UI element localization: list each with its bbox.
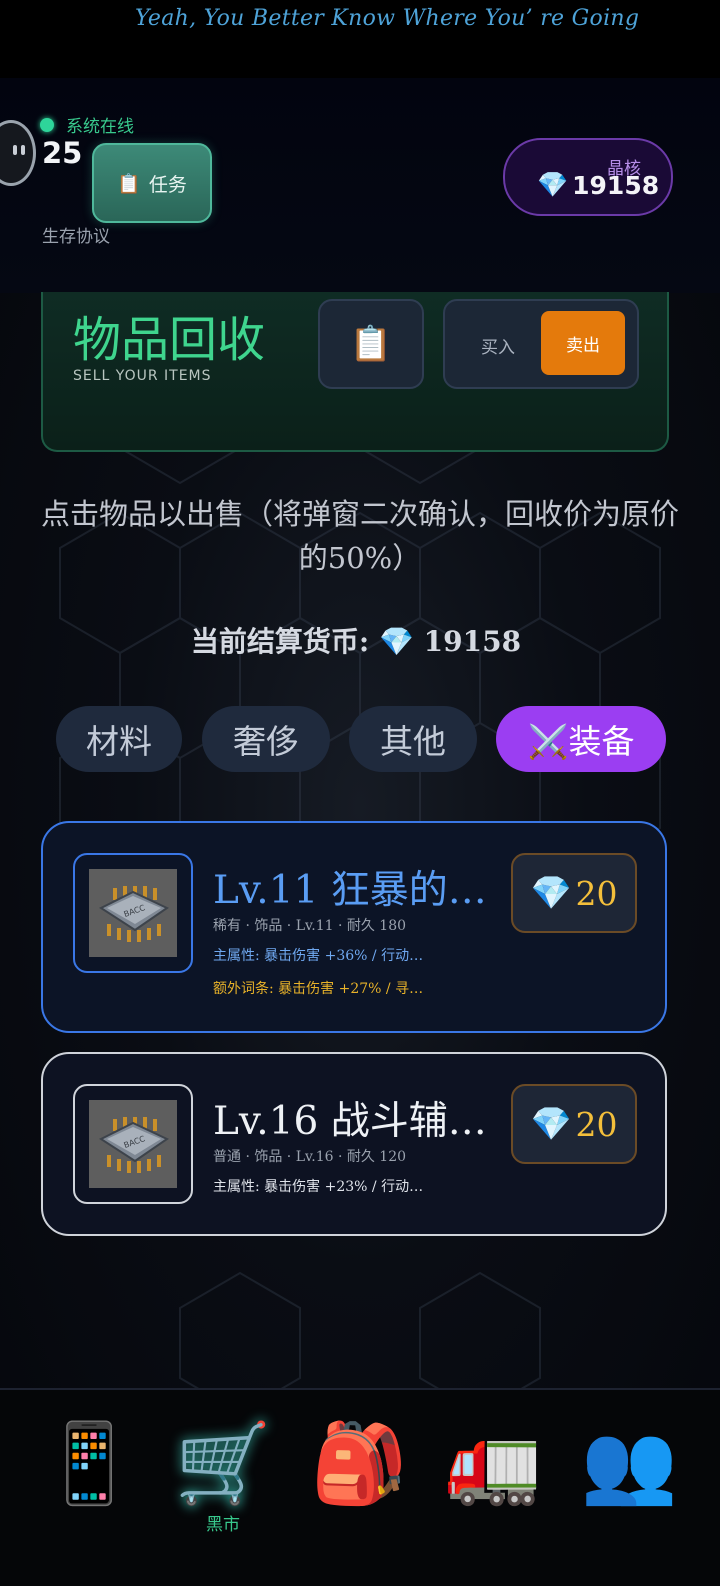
item-extra-attribute: 额外词条: 暴击伤害 +27% / 寻… [213, 981, 424, 997]
diamond-icon: 💎 [379, 625, 414, 658]
shopping-cart-icon: 🛒 [174, 1419, 272, 1509]
tab-other[interactable]: 其他 [349, 706, 477, 772]
sell-hint: 点击物品以出售（将弹窗二次确认，回收价为原价的50%） [40, 497, 679, 575]
diamond-icon: 💎 [537, 170, 569, 199]
online-status-text: 系统在线 [66, 117, 134, 137]
tab-materials[interactable]: 材料 [56, 706, 182, 772]
diamond-icon: 💎 [530, 873, 572, 912]
slogan-text: Yeah, You Better Know Where You’ re Goin… [135, 6, 640, 31]
backpack-icon: 🎒 [310, 1419, 408, 1509]
chip-icon: BACC [98, 1117, 170, 1173]
sell-price-button[interactable]: 💎 20 [511, 853, 637, 933]
crystal-balance[interactable]: 晶核 💎 19158 [503, 138, 673, 216]
sell-price-button[interactable]: 💎 20 [511, 1084, 637, 1164]
diamond-icon: 💎 [530, 1104, 572, 1143]
currency-label: 当前结算货币: [190, 625, 370, 658]
online-dot-icon [40, 117, 54, 132]
recycle-title: 物品回收 [73, 312, 266, 368]
task-button-label: 任务 [148, 173, 187, 196]
category-tabs: 材料 奢侈 其他 ⚔️装备 [56, 706, 666, 772]
item-name: Lv.16 战斗辅… [213, 1099, 487, 1144]
crystal-value-row: 💎 19158 [537, 170, 659, 200]
records-button[interactable]: 📋 [318, 299, 424, 389]
phone-icon: 📱 [40, 1419, 138, 1509]
nav-phone[interactable]: 📱 [34, 1414, 144, 1554]
chip-icon: BACC [98, 886, 170, 942]
item-main-attribute: 主属性: 暴击伤害 +36% / 行动… [213, 948, 424, 964]
item-card[interactable]: BACC Lv.11 狂暴的… 稀有 · 饰品 · Lv.11 · 耐久 180… [41, 821, 667, 1033]
nav-backpack[interactable]: 🎒 [304, 1414, 414, 1554]
item-name: Lv.11 狂暴的… [213, 868, 487, 913]
item-price: 20 [575, 873, 618, 913]
nav-transport[interactable]: 🚛 [438, 1414, 548, 1554]
buy-sell-toggle: 买入 卖出 [443, 299, 639, 389]
item-price: 20 [575, 1104, 618, 1144]
item-image: BACC [73, 853, 193, 973]
item-image: BACC [73, 1084, 193, 1204]
recycle-subtitle: SELL YOUR ITEMS [73, 368, 212, 384]
sell-tab[interactable]: 卖出 [541, 311, 625, 375]
task-button[interactable]: 📋 任务 [92, 143, 212, 223]
buy-tab[interactable]: 买入 [481, 333, 515, 358]
nav-social[interactable]: 👥 [574, 1414, 684, 1554]
tab-luxury[interactable]: 奢侈 [202, 706, 330, 772]
item-meta: 普通 · 饰品 · Lv.16 · 耐久 120 [213, 1149, 407, 1165]
top-banner: Yeah, You Better Know Where You’ re Goin… [0, 0, 720, 78]
users-icon: 👥 [580, 1419, 678, 1509]
survival-protocol-label: 生存协议 [42, 227, 110, 247]
currency-value: 19158 [423, 625, 522, 658]
player-level: 25 [42, 136, 83, 170]
item-meta: 稀有 · 饰品 · Lv.11 · 耐久 180 [213, 918, 407, 934]
crystal-value: 19158 [572, 170, 660, 200]
bottom-nav: 📱 🛒 黑市 🎒 🚛 👥 [0, 1388, 720, 1586]
settlement-currency: 当前结算货币: 💎 19158 [0, 620, 712, 660]
clipboard-icon: 📋 [117, 172, 141, 195]
system-status: 系统在线 [40, 112, 134, 137]
truck-icon: 🚛 [444, 1419, 542, 1509]
clipboard-icon: 📋 [349, 324, 393, 364]
item-main-attribute: 主属性: 暴击伤害 +23% / 行动… [213, 1179, 424, 1195]
tab-equipment[interactable]: ⚔️装备 [496, 706, 666, 772]
item-card[interactable]: BACC Lv.16 战斗辅… 普通 · 饰品 · Lv.16 · 耐久 120… [41, 1052, 667, 1236]
nav-black-market[interactable]: 🛒 黑市 [168, 1414, 278, 1554]
recycle-panel: 物品回收 SELL YOUR ITEMS 📋 买入 卖出 [41, 292, 669, 452]
